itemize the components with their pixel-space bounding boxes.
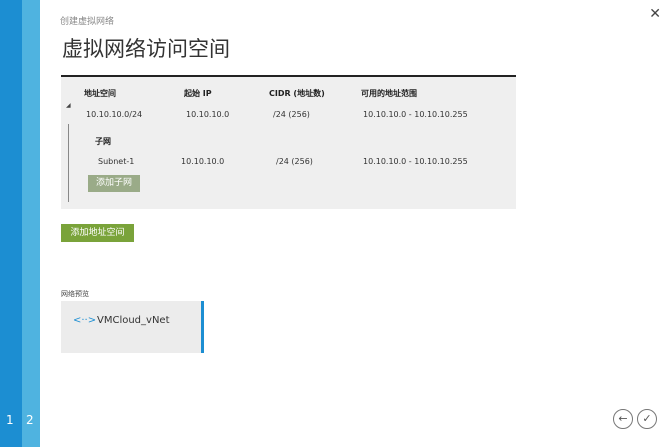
column-header-start-ip: 起始 IP bbox=[184, 89, 212, 98]
close-icon[interactable]: ✕ bbox=[649, 6, 661, 22]
network-preview-card[interactable]: <··> VMCloud_vNet bbox=[61, 301, 204, 353]
virtual-network-icon: <··> bbox=[73, 315, 97, 326]
network-name: VMCloud_vNet bbox=[97, 315, 170, 326]
collapse-triangle-icon[interactable]: ◢ bbox=[66, 102, 71, 109]
subnet-range: 10.10.10.0 - 10.10.10.255 bbox=[363, 157, 468, 166]
address-space-start-ip[interactable]: 10.10.10.0 bbox=[186, 110, 229, 119]
column-header-address-space: 地址空间 bbox=[84, 89, 116, 98]
column-header-cidr: CIDR (地址数) bbox=[269, 89, 325, 98]
subnet-name[interactable]: Subnet-1 bbox=[98, 157, 134, 166]
address-space-cidr[interactable]: /24 (256) bbox=[273, 110, 310, 119]
column-header-usable-range: 可用的地址范围 bbox=[361, 89, 417, 98]
breadcrumb: 创建虚拟网络 bbox=[60, 17, 115, 27]
add-address-space-button[interactable]: 添加地址空间 bbox=[61, 224, 134, 242]
network-preview-label: 网络预览 bbox=[61, 290, 89, 298]
subnet-tree-line bbox=[68, 124, 69, 202]
wizard-step-rail: 1 2 bbox=[0, 0, 40, 447]
subnet-cidr[interactable]: /24 (256) bbox=[276, 157, 313, 166]
page-title: 虚拟网络访问空间 bbox=[62, 37, 230, 61]
panel-divider bbox=[61, 75, 516, 77]
address-space-range: 10.10.10.0 - 10.10.10.255 bbox=[363, 110, 468, 119]
add-subnet-button[interactable]: 添加子网 bbox=[88, 175, 140, 192]
subnet-section-label: 子网 bbox=[95, 137, 111, 146]
finish-check-icon[interactable]: ✓ bbox=[637, 409, 657, 429]
subnet-start-ip[interactable]: 10.10.10.0 bbox=[181, 157, 224, 166]
step-2-indicator[interactable]: 2 bbox=[26, 413, 34, 427]
back-arrow-icon[interactable]: ← bbox=[613, 409, 633, 429]
step-1-indicator[interactable]: 1 bbox=[6, 413, 14, 427]
address-space-value[interactable]: 10.10.10.0/24 bbox=[86, 110, 142, 119]
wizard-step-rail-highlight bbox=[22, 0, 40, 447]
